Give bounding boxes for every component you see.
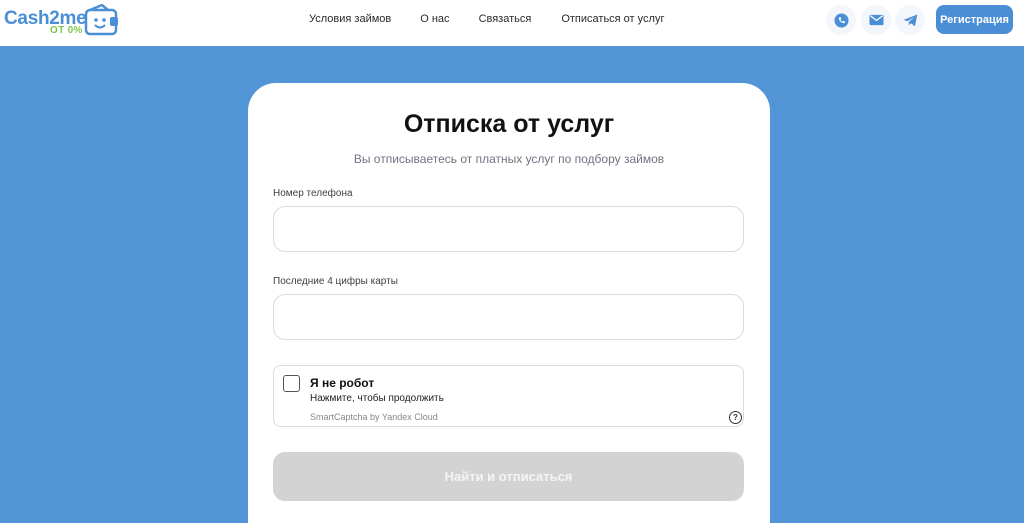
find-and-unsubscribe-button[interactable]: Найти и отписаться (273, 452, 744, 501)
unsubscribe-card: Отписка от услуг Вы отписываетесь от пла… (248, 83, 770, 523)
nav-about[interactable]: О нас (420, 13, 449, 27)
page-subtitle: Вы отписываетесь от платных услуг по под… (353, 152, 665, 166)
main-nav: Условия займов О нас Связаться Отписатьс… (309, 13, 664, 27)
phone-input[interactable] (273, 206, 744, 252)
captcha-checkbox[interactable] (283, 375, 300, 392)
logo[interactable]: Cash2me ОТ 0% (4, 4, 122, 40)
phone-button[interactable] (826, 5, 856, 35)
nav-contact[interactable]: Связаться (479, 13, 532, 27)
captcha-widget: Я не робот Нажмите, чтобы продолжить Sma… (273, 365, 744, 427)
logo-tagline: ОТ 0% (50, 25, 83, 36)
card-digits-label: Последние 4 цифры карты (273, 276, 398, 287)
header: Cash2me ОТ 0% Условия займов О нас Связа… (0, 0, 1024, 46)
telegram-icon (903, 14, 917, 26)
mail-icon (868, 14, 884, 26)
card-digits-input[interactable] (273, 294, 744, 340)
captcha-title: Я не робот (310, 376, 375, 390)
nav-loan-terms[interactable]: Условия займов (309, 13, 391, 27)
mail-button[interactable] (861, 5, 891, 35)
captcha-brand: SmartCaptcha by Yandex Cloud (310, 412, 438, 422)
telegram-button[interactable] (895, 5, 925, 35)
nav-unsubscribe[interactable]: Отписаться от услуг (561, 13, 664, 27)
phone-icon (833, 12, 849, 28)
wallet-icon (84, 4, 118, 36)
help-icon[interactable]: ? (729, 411, 742, 424)
page-title: Отписка от услуг (403, 110, 615, 138)
captcha-hint: Нажмите, чтобы продолжить (310, 393, 444, 404)
phone-label: Номер телефона (273, 188, 353, 199)
register-button[interactable]: Регистрация (936, 5, 1013, 34)
